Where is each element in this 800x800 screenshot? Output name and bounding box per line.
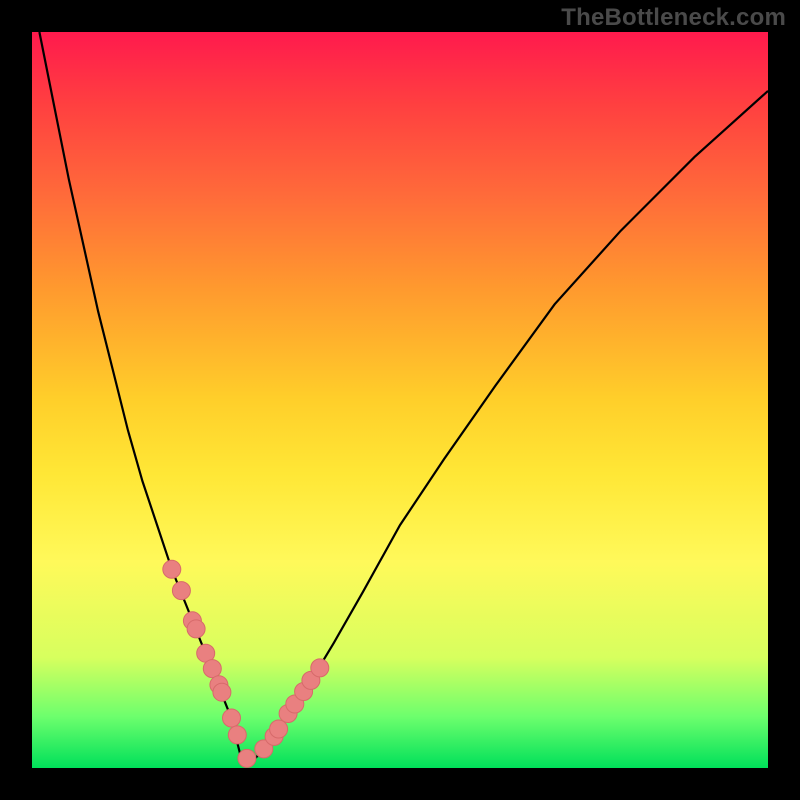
chart-stage: TheBottleneck.com — [0, 0, 800, 800]
highlight-dot — [311, 659, 329, 677]
plot-svg — [32, 32, 768, 768]
highlight-dot — [213, 683, 231, 701]
highlight-dots-group — [163, 560, 329, 767]
highlight-dot — [163, 560, 181, 578]
highlight-dot — [270, 720, 288, 738]
highlight-dot — [172, 582, 190, 600]
highlight-dot — [187, 620, 205, 638]
bottleneck-curve — [39, 32, 768, 761]
highlight-dot — [223, 709, 241, 727]
highlight-dot — [238, 749, 256, 767]
highlight-dot — [203, 660, 221, 678]
watermark-text: TheBottleneck.com — [561, 4, 786, 32]
highlight-dot — [228, 726, 246, 744]
